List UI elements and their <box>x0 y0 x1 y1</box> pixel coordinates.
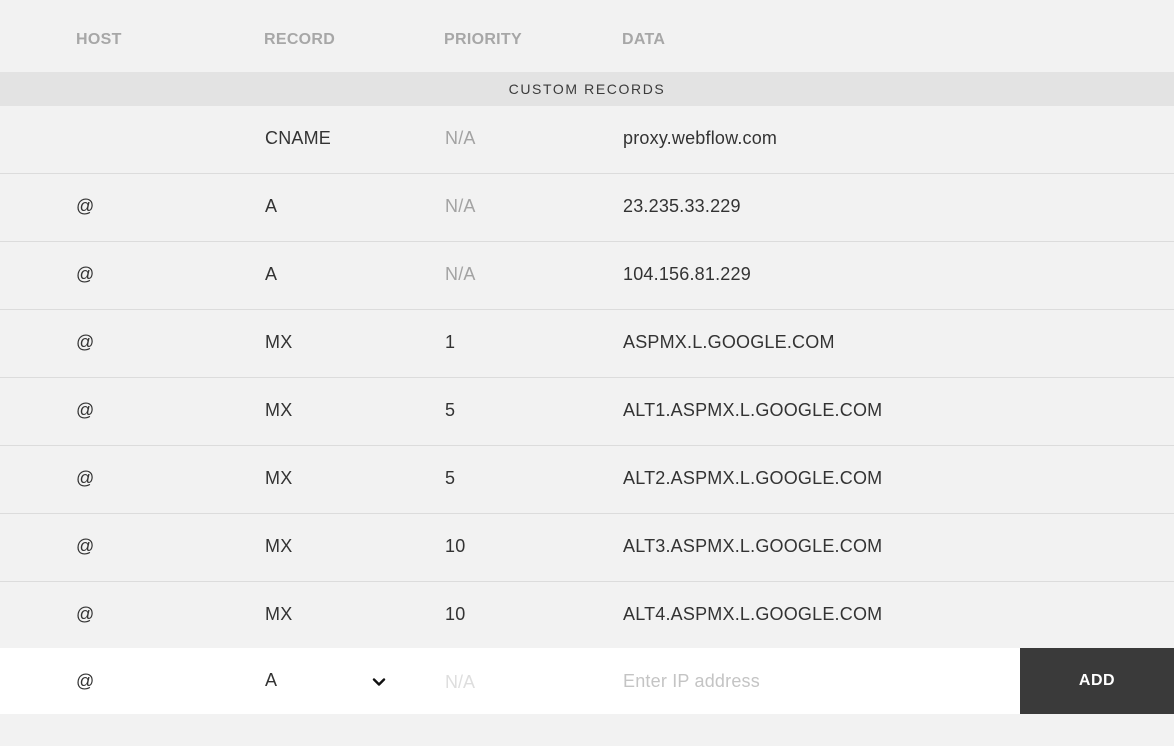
record-data: ALT1.ASPMX.L.GOOGLE.COM <box>623 400 883 420</box>
table-header: HOST RECORD PRIORITY DATA <box>0 0 1174 72</box>
record-priority: 5 <box>445 468 456 488</box>
table-row: @ MX 5 ALT2.ASPMX.L.GOOGLE.COM <box>0 446 1174 514</box>
record-type: MX <box>265 604 293 624</box>
column-header-priority: PRIORITY <box>444 31 522 48</box>
record-priority: 10 <box>445 604 466 624</box>
record-data: proxy.webflow.com <box>623 128 778 148</box>
record-type: MX <box>265 332 293 352</box>
record-priority: 5 <box>445 400 456 420</box>
dns-records-panel: HOST RECORD PRIORITY DATA CUSTOM RECORDS… <box>0 0 1174 746</box>
table-row: @ MX 5 ALT1.ASPMX.L.GOOGLE.COM <box>0 378 1174 446</box>
section-title-custom-records: CUSTOM RECORDS <box>0 72 1174 106</box>
record-type-selected-value: A <box>265 670 278 690</box>
table-row: @ A N/A 104.156.81.229 <box>0 242 1174 310</box>
table-row: @ MX 10 ALT4.ASPMX.L.GOOGLE.COM <box>0 582 1174 650</box>
record-host: @ <box>76 400 95 420</box>
table-row: @ MX 10 ALT3.ASPMX.L.GOOGLE.COM <box>0 514 1174 582</box>
column-header-data: DATA <box>622 31 666 48</box>
record-type: A <box>265 264 278 284</box>
record-type: MX <box>265 536 293 556</box>
record-type-select[interactable]: A <box>265 648 395 714</box>
record-host: @ <box>76 196 95 216</box>
record-type: MX <box>265 468 293 488</box>
records-table-body: CNAME N/A proxy.webflow.com @ A N/A 23.2… <box>0 106 1174 650</box>
record-host: @ <box>76 604 95 624</box>
new-record-host: @ <box>76 671 95 691</box>
ip-address-input[interactable] <box>623 660 1003 702</box>
record-priority: N/A <box>445 264 476 284</box>
table-row: @ MX 1 ASPMX.L.GOOGLE.COM <box>0 310 1174 378</box>
add-record-button[interactable]: ADD <box>1020 648 1174 714</box>
record-data: 104.156.81.229 <box>623 264 751 284</box>
record-priority: N/A <box>445 196 476 216</box>
table-row: CNAME N/A proxy.webflow.com <box>0 106 1174 174</box>
record-priority: 1 <box>445 332 456 352</box>
record-data: 23.235.33.229 <box>623 196 741 216</box>
panel-footer-space <box>0 714 1174 746</box>
record-data: ALT3.ASPMX.L.GOOGLE.COM <box>623 536 883 556</box>
record-host: @ <box>76 536 95 556</box>
record-type: CNAME <box>265 128 332 148</box>
new-record-priority-placeholder: N/A <box>445 672 476 692</box>
chevron-down-icon <box>372 678 386 686</box>
record-type: MX <box>265 400 293 420</box>
column-header-host: HOST <box>76 31 122 48</box>
record-data: ALT2.ASPMX.L.GOOGLE.COM <box>623 468 883 488</box>
record-type: A <box>265 196 278 216</box>
record-data: ASPMX.L.GOOGLE.COM <box>623 332 835 352</box>
record-data: ALT4.ASPMX.L.GOOGLE.COM <box>623 604 883 624</box>
record-priority: N/A <box>445 128 476 148</box>
record-host: @ <box>76 468 95 488</box>
new-record-row: @ A N/A <box>0 648 1174 714</box>
column-header-record: RECORD <box>264 31 336 48</box>
record-host: @ <box>76 264 95 284</box>
record-priority: 10 <box>445 536 466 556</box>
record-host: @ <box>76 332 95 352</box>
table-row: @ A N/A 23.235.33.229 <box>0 174 1174 242</box>
